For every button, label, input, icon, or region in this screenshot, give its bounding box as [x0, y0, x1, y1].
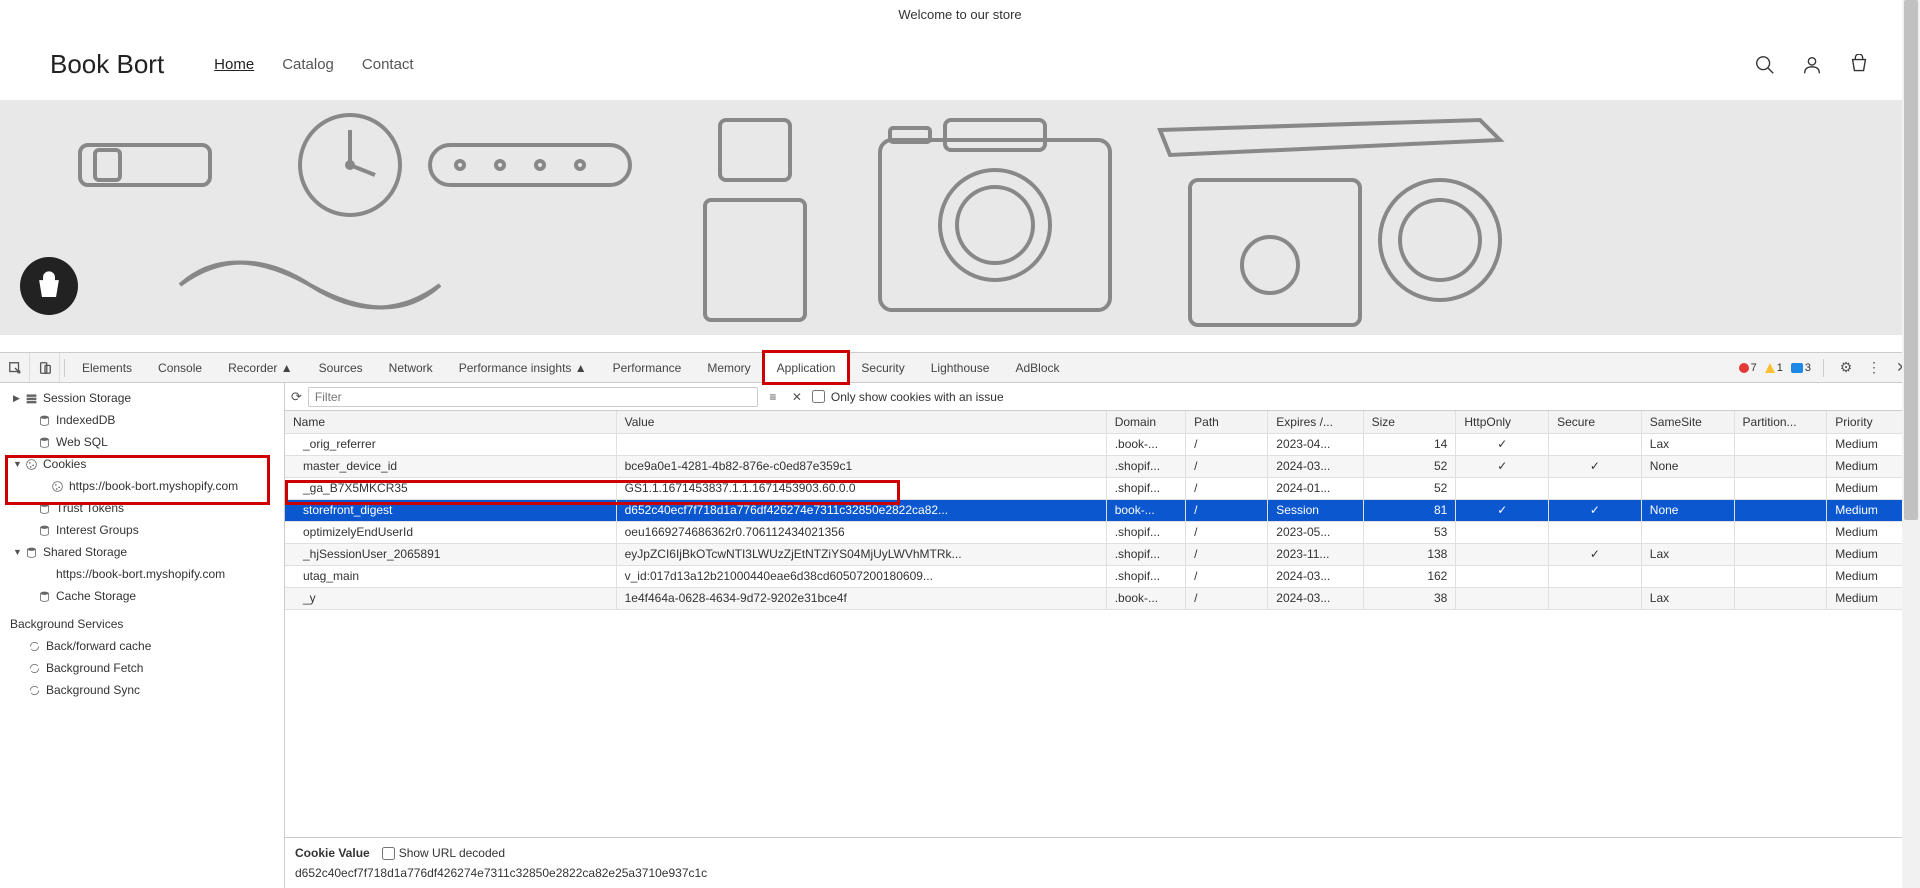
- only-issues-checkbox[interactable]: Only show cookies with an issue: [812, 390, 1004, 404]
- tab-memory[interactable]: Memory: [694, 353, 763, 382]
- tree-cache-storage[interactable]: Cache Storage: [0, 585, 284, 607]
- col-path[interactable]: Path: [1186, 411, 1268, 433]
- filter-settings-icon[interactable]: ≡: [764, 390, 782, 404]
- cookie-row[interactable]: master_device_idbce9a0e1-4281-4b82-876e-…: [285, 455, 1920, 477]
- col-httponly[interactable]: HttpOnly: [1456, 411, 1549, 433]
- col-samesite[interactable]: SameSite: [1641, 411, 1734, 433]
- inspect-icon[interactable]: [0, 353, 30, 382]
- col-domain[interactable]: Domain: [1106, 411, 1185, 433]
- cookie-value-text[interactable]: d652c40ecf7f718d1a776df426274e7311c32850…: [295, 866, 1910, 880]
- tab-console[interactable]: Console: [145, 353, 215, 382]
- cookie-row[interactable]: optimizelyEndUserIdoeu1669274686362r0.70…: [285, 521, 1920, 543]
- settings-icon[interactable]: ⚙: [1836, 359, 1856, 376]
- nav-catalog[interactable]: Catalog: [282, 56, 334, 73]
- cart-icon[interactable]: [1848, 54, 1870, 76]
- page-scrollbar[interactable]: [1902, 0, 1920, 888]
- bg-background-fetch[interactable]: Background Fetch: [0, 657, 284, 679]
- cookie-table[interactable]: NameValueDomainPathExpires /...SizeHttpO…: [285, 411, 1920, 837]
- tab-network[interactable]: Network: [376, 353, 446, 382]
- tab-lighthouse[interactable]: Lighthouse: [918, 353, 1003, 382]
- error-count[interactable]: 7: [1739, 362, 1757, 374]
- nav-home[interactable]: Home: [214, 56, 254, 73]
- tab-application[interactable]: Application: [764, 353, 849, 382]
- warning-count[interactable]: 1: [1765, 362, 1783, 374]
- tab-recorder-[interactable]: Recorder ▲: [215, 353, 306, 382]
- tree-session-storage[interactable]: ▶Session Storage: [0, 387, 284, 409]
- search-icon[interactable]: [1754, 54, 1776, 76]
- tree-indexeddb[interactable]: IndexedDB: [0, 409, 284, 431]
- device-icon[interactable]: [30, 353, 60, 382]
- nav-links: Home Catalog Contact: [214, 56, 413, 73]
- tree-interest-groups[interactable]: Interest Groups: [0, 519, 284, 541]
- tab-performance[interactable]: Performance: [600, 353, 695, 382]
- bg-services-header: Background Services: [0, 607, 284, 635]
- cookie-detail-panel: Cookie Value Show URL decoded d652c40ecf…: [285, 837, 1920, 888]
- clear-icon[interactable]: ✕: [788, 390, 806, 404]
- cookie-row[interactable]: utag_mainv_id:017d13a12b21000440eae6d38c…: [285, 565, 1920, 587]
- tree-shared-storage[interactable]: ▼Shared Storage: [0, 541, 284, 563]
- cookie-row[interactable]: storefront_digestd652c40ecf7f718d1a776df…: [285, 499, 1920, 521]
- shopify-badge[interactable]: [20, 257, 78, 315]
- cookie-row[interactable]: _ga_B7X5MKCR35GS1.1.1671453837.1.1.16714…: [285, 477, 1920, 499]
- bg-back-forward-cache[interactable]: Back/forward cache: [0, 635, 284, 657]
- col-secure[interactable]: Secure: [1549, 411, 1642, 433]
- cookie-row[interactable]: _y1e4f464a-0628-4634-9d72-9202e31bce4f.b…: [285, 587, 1920, 609]
- url-decoded-checkbox[interactable]: Show URL decoded: [382, 846, 505, 860]
- tab-elements[interactable]: Elements: [69, 353, 145, 382]
- devtools-tabs: ElementsConsoleRecorder ▲SourcesNetworkP…: [0, 353, 1920, 383]
- cookie-value-label: Cookie Value: [295, 846, 370, 860]
- cookie-row[interactable]: _hjSessionUser_2065891eyJpZCI6IjBkOTcwNT…: [285, 543, 1920, 565]
- cookie-row[interactable]: _orig_referrer.book-.../2023-04...14✓Lax…: [285, 433, 1920, 455]
- hero-banner: [0, 100, 1920, 335]
- tab-security[interactable]: Security: [848, 353, 917, 382]
- col-size[interactable]: Size: [1363, 411, 1456, 433]
- more-icon[interactable]: ⋮: [1864, 359, 1884, 376]
- welcome-bar: Welcome to our store: [0, 0, 1920, 29]
- store-title: Book Bort: [50, 49, 164, 80]
- bg-background-sync[interactable]: Background Sync: [0, 679, 284, 701]
- tree-https-book-bort-myshopify-com[interactable]: https://book-bort.myshopify.com: [0, 563, 284, 585]
- tree-https-book-bort-myshopify-com[interactable]: https://book-bort.myshopify.com: [0, 475, 284, 497]
- tab-adblock[interactable]: AdBlock: [1002, 353, 1072, 382]
- nav-contact[interactable]: Contact: [362, 56, 414, 73]
- application-sidebar: ▶Session StorageIndexedDBWeb SQL▼Cookies…: [0, 383, 285, 888]
- tree-cookies[interactable]: ▼Cookies: [0, 453, 284, 475]
- col-value[interactable]: Value: [616, 411, 1106, 433]
- account-icon[interactable]: [1801, 54, 1823, 76]
- tree-web-sql[interactable]: Web SQL: [0, 431, 284, 453]
- col-expires-[interactable]: Expires /...: [1268, 411, 1363, 433]
- filter-input[interactable]: [308, 387, 758, 407]
- message-count[interactable]: 3: [1791, 362, 1811, 374]
- tab-performance-insights-[interactable]: Performance insights ▲: [446, 353, 600, 382]
- col-name[interactable]: Name: [285, 411, 616, 433]
- refresh-icon[interactable]: ⟳: [291, 389, 302, 405]
- tree-trust-tokens[interactable]: Trust Tokens: [0, 497, 284, 519]
- col-partition-[interactable]: Partition...: [1734, 411, 1827, 433]
- tab-sources[interactable]: Sources: [306, 353, 376, 382]
